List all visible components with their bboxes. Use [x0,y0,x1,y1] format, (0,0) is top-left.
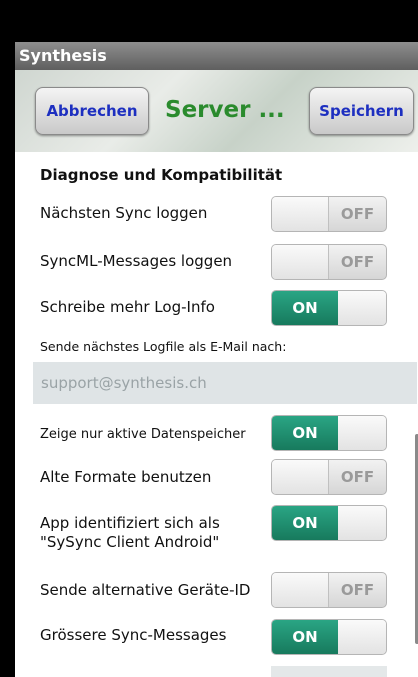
cancel-button[interactable]: Abbrechen [35,87,149,135]
next-row-preview [271,666,387,677]
email-label: Sende nächstes Logfile als E-Mail nach: [40,339,287,354]
toggle-state: OFF [328,197,386,231]
toggle-active-datastores[interactable]: ON [271,415,387,451]
toggle-state: ON [272,291,338,325]
setting-label-larger-sync-messages: Grössere Sync-Messages [40,626,227,644]
settings-content[interactable]: Diagnose und Kompatibilität Nächsten Syn… [15,152,418,677]
toggle-state: ON [272,620,338,654]
email-field[interactable] [33,362,417,404]
toggle-state: ON [272,506,338,540]
toggle-alt-device-id[interactable]: OFF [271,572,387,608]
toggle-state: OFF [328,460,386,494]
toggle-next-sync-log[interactable]: OFF [271,196,387,232]
save-button[interactable]: Speichern [309,87,414,135]
app-title: Synthesis [15,42,418,70]
setting-label-syncml-messages-log: SyncML-Messages loggen [40,252,233,270]
action-bar: Abbrechen Server ... Speichern [15,70,418,152]
setting-label-sysync-client: App identifiziert sich als "SySync Clien… [40,514,220,551]
toggle-state: OFF [328,573,386,607]
status-bar [0,0,418,42]
setting-label-old-formats: Alte Formate benutzen [40,468,212,486]
toggle-state: ON [272,416,338,450]
toggle-sysync-client[interactable]: ON [271,505,387,541]
toggle-more-log-info[interactable]: ON [271,290,387,326]
toggle-larger-sync-messages[interactable]: ON [271,619,387,655]
setting-label-more-log-info: Schreibe mehr Log-Info [40,298,215,316]
section-title: Diagnose und Kompatibilität [40,166,283,184]
toggle-state: OFF [328,245,386,279]
setting-label-alt-device-id: Sende alternative Geräte-ID [40,581,251,599]
toggle-old-formats[interactable]: OFF [271,459,387,495]
page-title: Server ... [165,97,285,123]
setting-label-next-sync-log: Nächsten Sync loggen [40,204,208,222]
toggle-syncml-messages-log[interactable]: OFF [271,244,387,280]
setting-label-active-datastores: Zeige nur aktive Datenspeicher [40,427,246,442]
